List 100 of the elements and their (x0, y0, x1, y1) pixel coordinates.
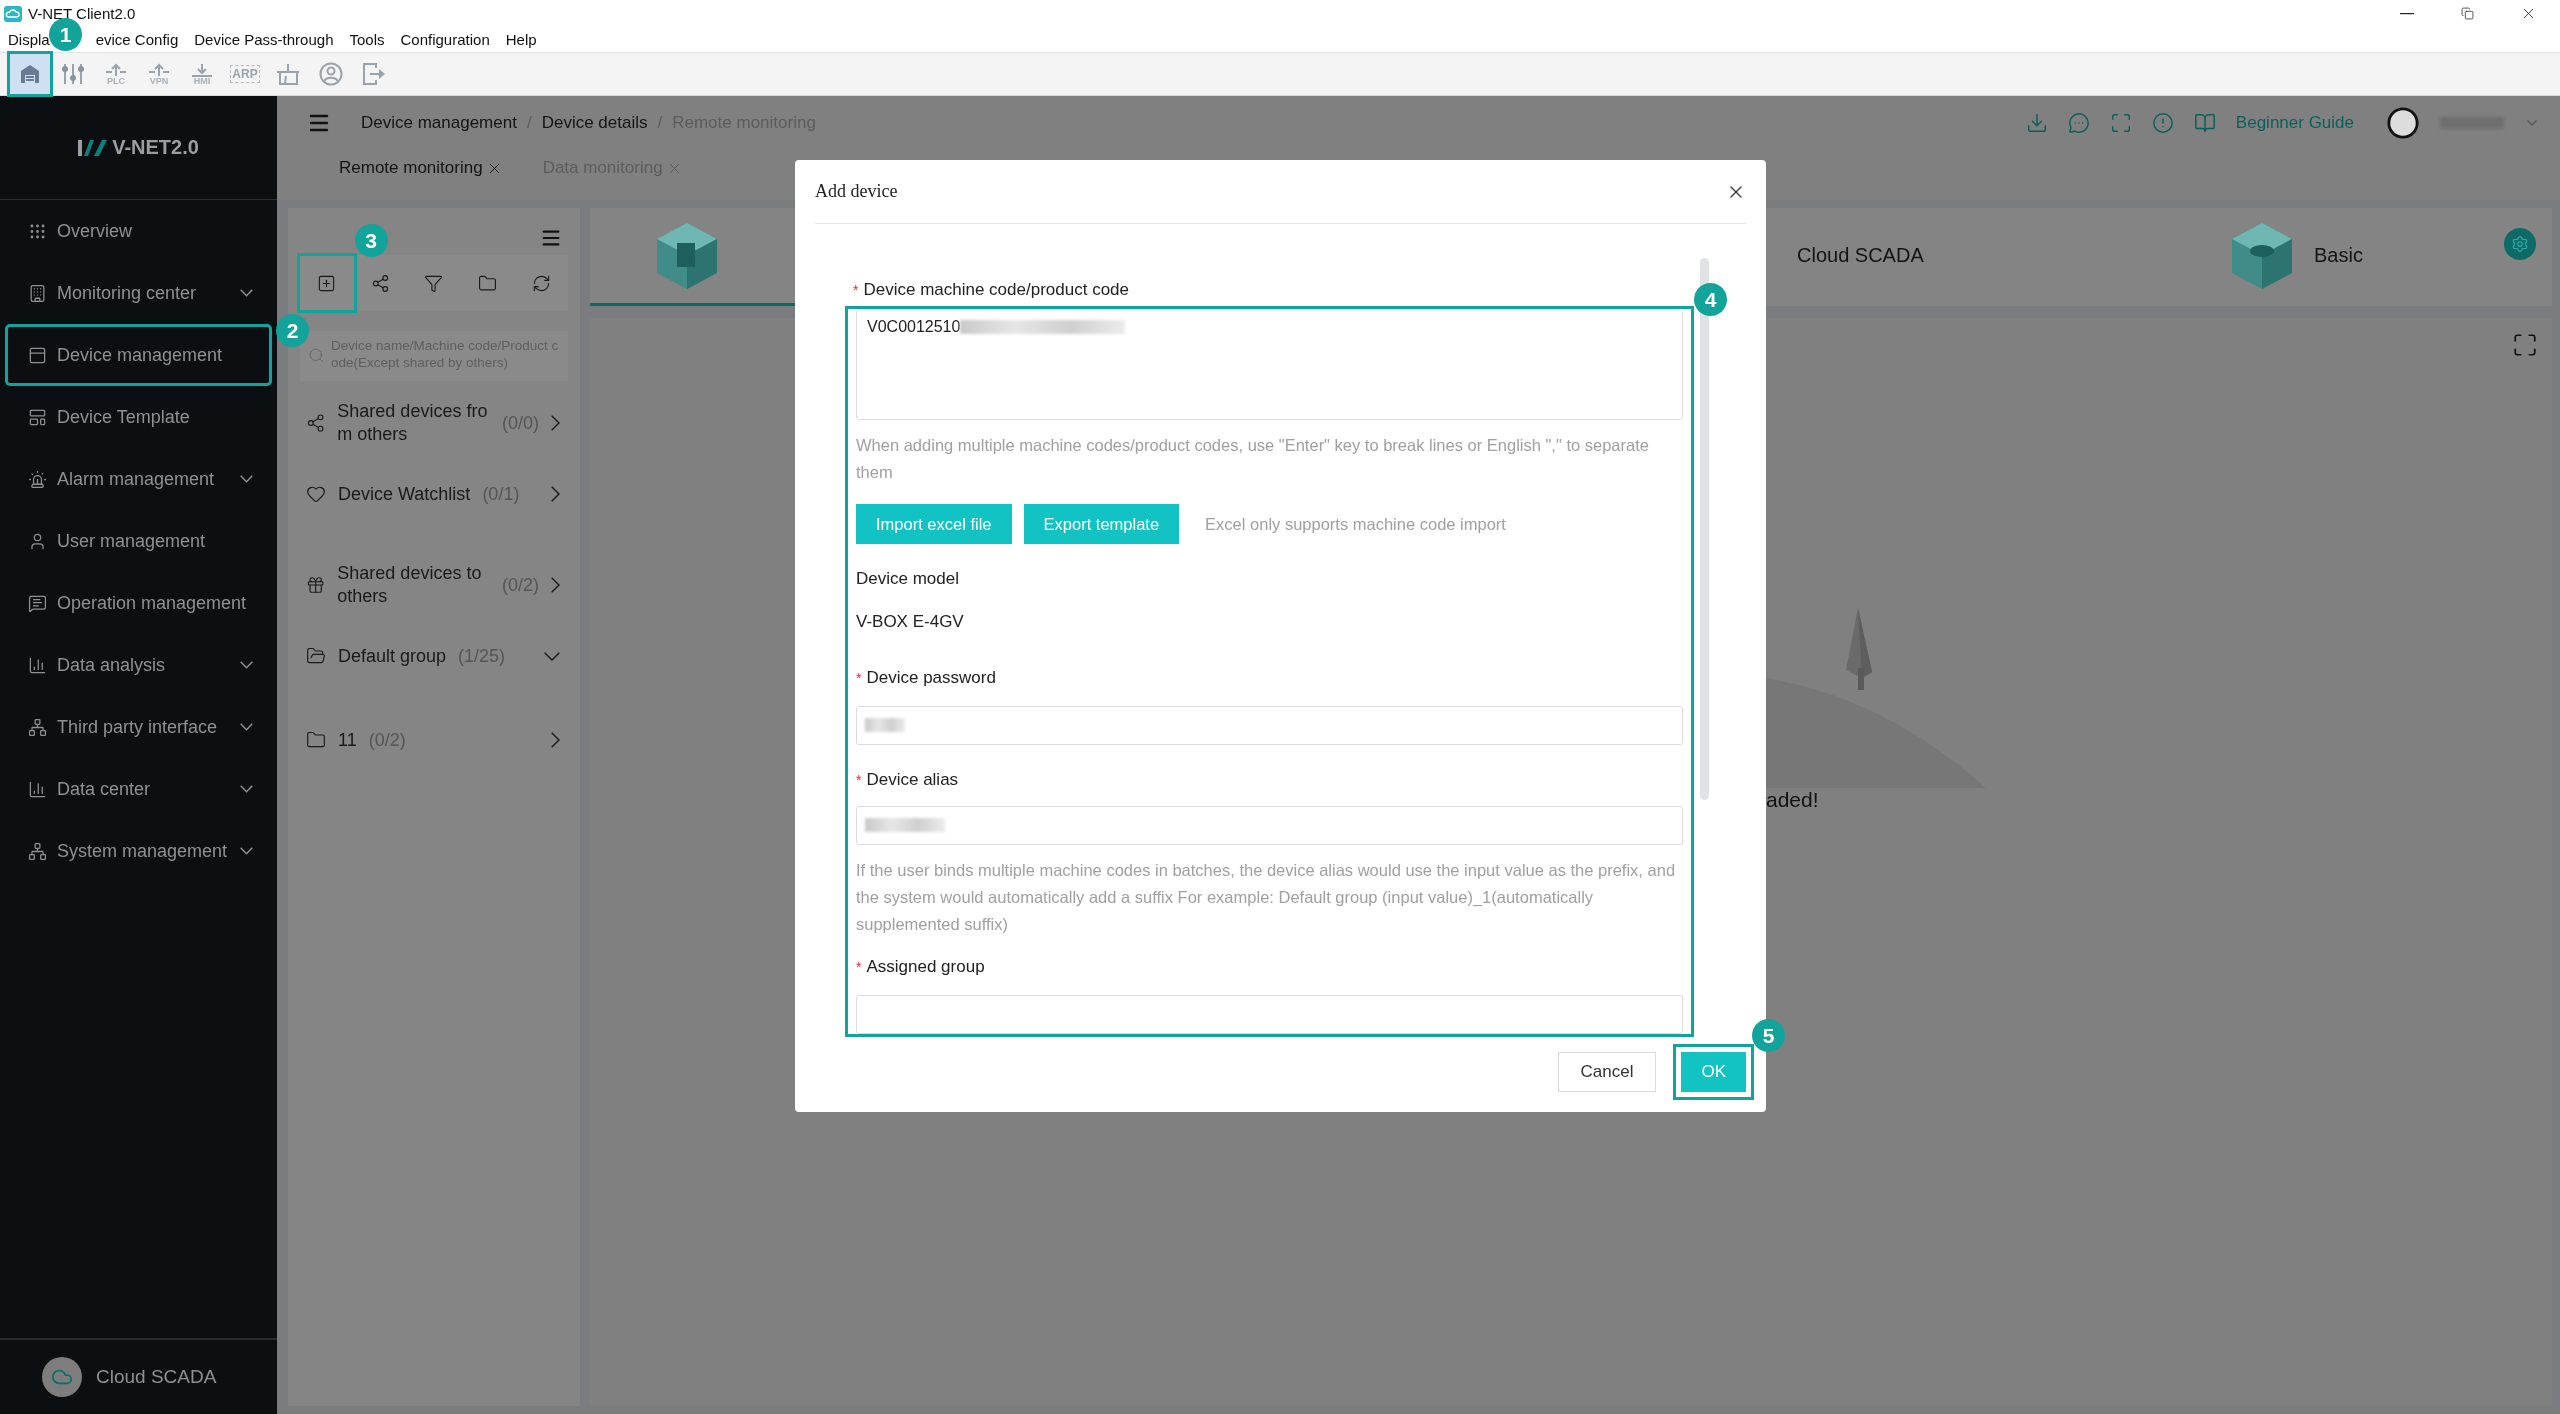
page-tab[interactable]: Remote monitoring (339, 158, 503, 178)
settings-icon (2511, 235, 2529, 253)
sidebar-label: System management (57, 840, 229, 862)
template-label: Basic (2314, 244, 2363, 267)
menu-item[interactable]: Configuration (400, 31, 490, 48)
person-icon (319, 62, 343, 86)
template-label: Cloud SCADA (1797, 244, 1924, 267)
required-mark: * (856, 670, 862, 687)
tool-label: VPN (149, 76, 169, 86)
share-icon (370, 273, 390, 293)
chevron-right-icon (551, 732, 560, 748)
device-cube-icon (655, 220, 719, 291)
sidebar-item[interactable]: Alarm management (8, 451, 269, 507)
menu-item[interactable]: Device Pass-through (194, 31, 334, 48)
tool-label: ARP (230, 65, 260, 83)
chat-icon[interactable] (2067, 112, 2090, 134)
bar-chart-icon (28, 779, 47, 799)
alert-icon[interactable] (2151, 112, 2174, 134)
field-label: Device password (866, 668, 996, 689)
app-cloud-icon (4, 5, 22, 22)
sidebar-label: Data analysis (57, 654, 167, 676)
layout-icon (28, 407, 47, 427)
chevron-down-icon (544, 651, 560, 661)
menu-item[interactable]: evice Config (95, 31, 179, 48)
fullscreen-icon[interactable] (2512, 332, 2538, 358)
group-select[interactable] (856, 995, 1683, 1034)
sliders-icon (61, 63, 85, 85)
exit-icon (362, 63, 386, 85)
menu-item[interactable]: Displa (8, 31, 50, 48)
garage-icon (19, 64, 41, 84)
folder-icon (478, 273, 498, 293)
download-icon[interactable] (2025, 112, 2048, 134)
chevron-right-icon (551, 486, 560, 502)
sidebar-label: Alarm management (57, 468, 216, 490)
search-icon (308, 347, 325, 364)
breadcrumb-item[interactable]: Device details (541, 113, 648, 133)
chevron-right-icon (551, 577, 560, 593)
tool-label: HMI (193, 76, 211, 86)
upload-arrow-icon (147, 62, 171, 77)
sidebar-label: Overview (57, 220, 133, 242)
share-icon (306, 413, 326, 433)
hint-text: When adding multiple machine codes/product codes, use "Enter" key to break lines or English "," to separate them (856, 435, 1650, 484)
required-mark: * (856, 959, 862, 976)
required-mark: * (853, 282, 859, 298)
gift-icon (306, 575, 326, 595)
cancel-button[interactable]: Cancel (1557, 1052, 1657, 1092)
siren-icon (28, 469, 47, 489)
required-mark: * (856, 772, 862, 789)
breadcrumb-item[interactable]: Device management (361, 113, 517, 133)
sidebar-label: Monitoring center (57, 282, 198, 304)
sidebar-item[interactable]: User management (8, 513, 269, 569)
field-label: Device machine code/product code (863, 280, 1129, 300)
field-label: Device model (856, 567, 960, 590)
field-label: Device alias (866, 770, 959, 791)
open-folder-icon (306, 646, 326, 666)
chevron-down-icon (240, 475, 253, 483)
user-icon (28, 531, 47, 551)
message-icon (28, 593, 47, 613)
sidebar-item[interactable]: Third party interface (8, 699, 269, 755)
sidebar-label: Device Template (57, 406, 191, 428)
sidebar-label: Operation management (57, 592, 248, 614)
group-label: Default group (338, 644, 447, 668)
sidebar-item[interactable]: Device Template (8, 389, 269, 445)
building-icon (28, 283, 47, 303)
group-label: Device Watchlist (338, 482, 471, 506)
menu-item[interactable]: Tools (349, 31, 385, 48)
avatar-icon[interactable] (2386, 106, 2420, 140)
menu-item[interactable]: Help (505, 31, 537, 48)
heart-icon (306, 484, 326, 504)
group-label: Shared devices from others (337, 400, 489, 446)
sidebar-item[interactable]: System management (8, 823, 269, 879)
breadcrumb-separator: / (657, 113, 663, 133)
add-icon (317, 273, 337, 293)
group-label: Shared devices to others (337, 562, 483, 608)
sidebar-label: Data center (57, 778, 152, 800)
model-value: V-BOX E-4GV (856, 611, 965, 634)
sidebar-item[interactable]: Operation management (8, 575, 269, 631)
sidebar-label: Device management (57, 344, 224, 366)
sidebar-item[interactable]: Data center (8, 761, 269, 817)
minimize-icon (2399, 12, 2414, 15)
sidebar-item[interactable]: Data analysis (8, 637, 269, 693)
password-field[interactable] (856, 705, 1683, 745)
footer-label[interactable]: Cloud SCADA (96, 1366, 217, 1388)
settings-button[interactable] (2504, 228, 2536, 260)
machine-code-field[interactable]: V0C0012510 (856, 309, 1683, 421)
field-value: V0C0012510 (867, 318, 961, 336)
alias-field[interactable] (856, 805, 1683, 845)
sidebar-item[interactable]: Monitoring center (8, 265, 269, 321)
sidebar-item[interactable]: Overview (8, 203, 269, 259)
chevron-right-icon (551, 415, 560, 431)
breadcrumb-separator: / (526, 113, 532, 133)
cylinder-icon (2230, 220, 2294, 291)
logo-mark-icon (78, 138, 109, 157)
template-tab[interactable]: Basic (2160, 208, 2420, 306)
empty-state-text: aded! (1766, 788, 1820, 812)
sidebar-label: User management (57, 530, 207, 552)
guide-book-icon[interactable] (2193, 112, 2216, 134)
step-badge: 4 (1694, 283, 1727, 316)
step-badge: 3 (354, 224, 388, 257)
folder-icon (306, 730, 326, 750)
